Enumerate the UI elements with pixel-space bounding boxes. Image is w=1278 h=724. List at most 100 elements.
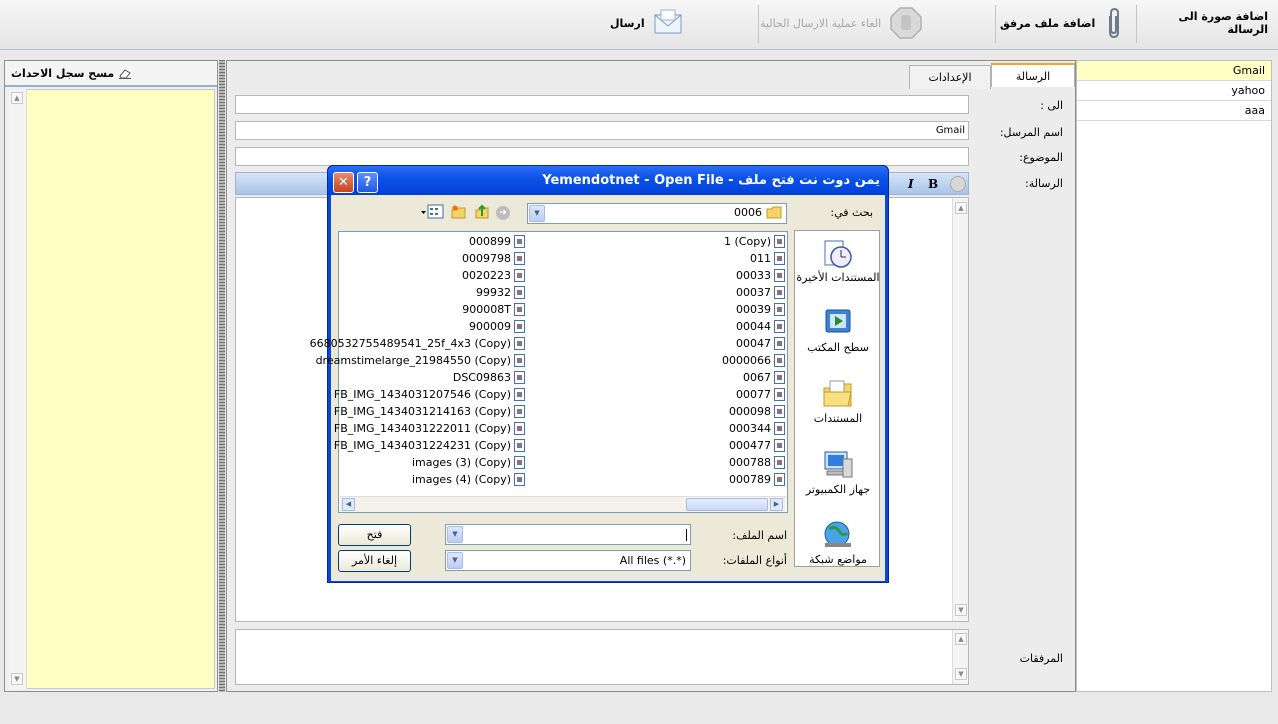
account-item[interactable]: Gmail (1077, 61, 1271, 81)
filename-combobox[interactable]: ▼ (445, 524, 691, 545)
image-file-icon (514, 320, 525, 333)
image-file-icon (774, 337, 785, 350)
font-color-icon[interactable] (950, 176, 966, 192)
scroll-left-arrow-icon[interactable]: ◀ (342, 498, 355, 511)
close-icon[interactable]: ✕ (333, 172, 354, 193)
file-item[interactable]: 900008T (462, 301, 525, 318)
file-item[interactable]: 1 (Copy) (724, 233, 785, 250)
file-item[interactable]: 00037 (736, 284, 785, 301)
open-button[interactable]: فتح (338, 524, 411, 546)
file-item[interactable]: 00047 (736, 335, 785, 352)
to-label: الى : (1040, 99, 1063, 112)
tab-message[interactable]: الرسالة (991, 63, 1075, 87)
file-item[interactable]: 011 (750, 250, 785, 267)
file-item[interactable]: 0020223 (462, 267, 525, 284)
image-file-icon (774, 252, 785, 265)
chevron-down-icon[interactable]: ▼ (529, 205, 545, 222)
place-desktop[interactable]: سطح المكتب (795, 307, 881, 354)
account-item[interactable]: aaa (1077, 101, 1271, 121)
paperclip-icon (1109, 7, 1120, 39)
filetype-dropdown[interactable]: ▼ All files (*.*) (445, 550, 691, 571)
place-label: المستندات الأخيرة (796, 271, 880, 284)
scroll-down-arrow-icon[interactable]: ▼ (11, 673, 23, 685)
scroll-up-arrow-icon[interactable]: ▲ (11, 92, 23, 104)
chevron-down-icon[interactable]: ▼ (447, 526, 463, 543)
file-name: FB_IMG_1434031224231 (Copy) (333, 439, 511, 452)
tab-settings-label: الإعدادات (928, 71, 972, 84)
image-file-icon (514, 235, 525, 248)
file-item[interactable]: 000789 (729, 471, 785, 488)
file-item[interactable]: DSC09863 (453, 369, 525, 386)
file-item[interactable]: 0000066 (722, 352, 785, 369)
message-scrollbar[interactable]: ▲ ▼ (952, 198, 968, 621)
scroll-right-arrow-icon[interactable]: ▶ (770, 498, 783, 511)
file-item[interactable]: images (4) (Copy) (412, 471, 525, 488)
help-icon[interactable]: ? (357, 172, 378, 193)
file-item[interactable]: 000098 (729, 403, 785, 420)
file-item[interactable]: 0067 (743, 369, 785, 386)
file-item[interactable]: 000344 (729, 420, 785, 437)
panel-splitter[interactable] (219, 60, 225, 692)
scroll-up-arrow-icon[interactable]: ▲ (955, 202, 967, 214)
file-name: FB_IMG_1434031207546 (Copy) (333, 388, 511, 401)
log-scrollbar[interactable]: ▲ ▼ (9, 89, 27, 689)
file-list-hscrollbar[interactable]: ◀ ▶ (340, 496, 786, 512)
main-toolbar: اضافة صورة الى الرسالة اضافة ملف مرفق ال… (0, 0, 1278, 50)
look-in-dropdown[interactable]: ▼ 0006 (527, 203, 787, 224)
italic-button[interactable]: I (908, 177, 914, 191)
file-item[interactable]: 00033 (736, 267, 785, 284)
add-image-button[interactable]: اضافة صورة الى الرسالة (1140, 0, 1268, 46)
file-item[interactable]: 0009798 (462, 250, 525, 267)
up-folder-icon[interactable] (474, 204, 490, 220)
file-item[interactable]: 900009 (469, 318, 525, 335)
back-arrow-icon[interactable]: ➜ (496, 206, 510, 220)
event-log-text[interactable] (9, 89, 215, 689)
file-item[interactable]: FB_IMG_1434031207546 (Copy) (334, 386, 525, 403)
tab-settings[interactable]: الإعدادات (909, 65, 991, 89)
file-item[interactable]: 00039 (736, 301, 785, 318)
new-folder-icon[interactable] (450, 204, 468, 220)
scroll-down-arrow-icon[interactable]: ▼ (955, 668, 967, 680)
file-item[interactable]: 000899 (469, 233, 525, 250)
file-item[interactable]: FB_IMG_1434031214163 (Copy) (334, 403, 525, 420)
file-item[interactable]: 000477 (729, 437, 785, 454)
file-item[interactable]: 99932 (476, 284, 525, 301)
file-item[interactable]: 00077 (736, 386, 785, 403)
place-label: سطح المكتب (807, 341, 869, 354)
scroll-thumb[interactable] (686, 498, 768, 511)
chevron-down-icon[interactable]: ▼ (447, 552, 463, 569)
account-item[interactable]: yahoo (1077, 81, 1271, 101)
scroll-up-arrow-icon[interactable]: ▲ (955, 633, 967, 645)
file-item[interactable]: dreamstimelarge_21984550 (Copy) (316, 352, 525, 369)
file-item[interactable]: FB_IMG_1434031224231 (Copy) (334, 437, 525, 454)
eraser-icon (119, 69, 132, 79)
place-network[interactable]: مواضع شبكة (795, 519, 881, 566)
dialog-titlebar[interactable]: Yemendotnet - Open File - يمن دوت نت فتح… (328, 166, 888, 195)
cancel-button[interactable]: إلغاء الأمر (338, 550, 411, 572)
view-menu-icon[interactable] (421, 204, 445, 220)
scroll-down-arrow-icon[interactable]: ▼ (955, 604, 967, 616)
bold-button[interactable]: B (928, 177, 938, 191)
file-name: dreamstimelarge_21984550 (Copy) (315, 354, 511, 367)
send-button[interactable]: ارسال (610, 0, 700, 46)
place-recent-documents[interactable]: المستندات الأخيرة (795, 237, 881, 284)
file-item[interactable]: 6680532755489541_25f_4x3 (Copy) (310, 335, 525, 352)
file-name: 000789 (729, 473, 771, 486)
place-my-documents[interactable]: المستندات (795, 378, 881, 425)
filename-label: اسم الملف: (732, 529, 787, 542)
sender-field[interactable]: Gmail (235, 121, 969, 140)
file-item[interactable]: 00044 (736, 318, 785, 335)
to-field[interactable] (235, 95, 969, 114)
subject-field[interactable] (235, 147, 969, 166)
file-item[interactable]: images (3) (Copy) (412, 454, 525, 471)
send-label: ارسال (610, 16, 645, 30)
clear-log-button[interactable]: مسح سجل الاحداث (5, 61, 217, 87)
place-my-computer[interactable]: جهاز الكمبيوتر (795, 449, 881, 496)
cancel-send-button[interactable]: الغاء عملية الارسال الحالية (760, 0, 940, 46)
file-item[interactable]: 000788 (729, 454, 785, 471)
attachments-box[interactable]: ▲ ▼ (235, 629, 969, 685)
attach-file-button[interactable]: اضافة ملف مرفق (1000, 0, 1128, 46)
file-list[interactable]: 1 (Copy) 011 00033 00037 00039 00044 00047 0000… (310, 231, 788, 513)
attachments-scrollbar[interactable]: ▲ ▼ (952, 630, 968, 684)
file-item[interactable]: FB_IMG_1434031222011 (Copy) (334, 420, 525, 437)
